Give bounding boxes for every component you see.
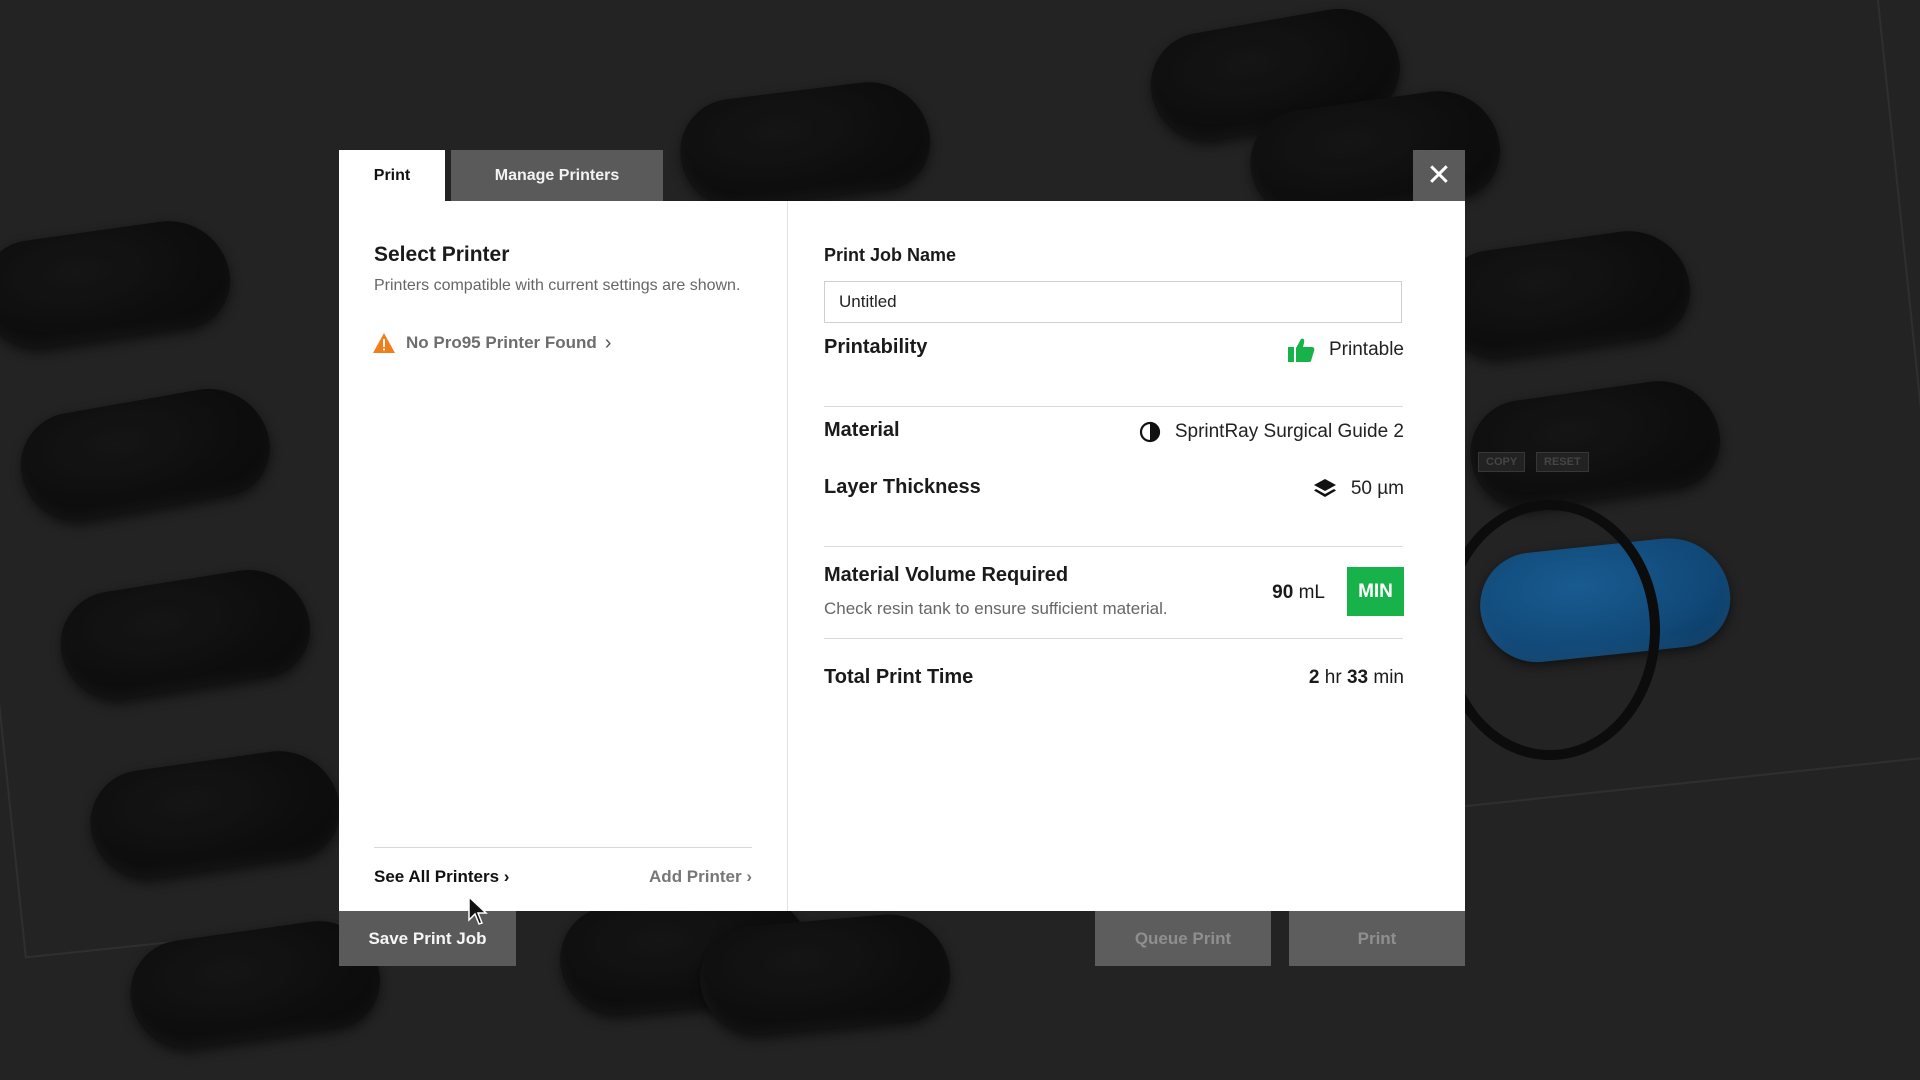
- printability-label: Printability: [824, 336, 928, 358]
- min-volume-badge[interactable]: MIN: [1347, 567, 1404, 616]
- dialog-tabbar: Print Manage Printers ✕: [339, 150, 1465, 201]
- see-all-printers-link[interactable]: See All Printers ›: [374, 867, 509, 887]
- select-printer-subtitle: Printers compatible with current setting…: [374, 277, 741, 294]
- print-dialog: Print Manage Printers ✕ Select Printer P…: [339, 150, 1465, 966]
- add-printer-link[interactable]: Add Printer ›: [649, 867, 752, 887]
- layer-thickness-text: 50 µm: [1350, 478, 1404, 499]
- save-print-job-button[interactable]: Save Print Job: [339, 911, 516, 966]
- select-printer-title: Select Printer: [374, 243, 510, 266]
- material-value: SprintRay Surgical Guide 2: [1139, 421, 1404, 443]
- tab-print[interactable]: Print: [339, 150, 445, 201]
- material-volume-unit: mL: [1298, 582, 1325, 603]
- print-time-hours: 2: [1308, 667, 1320, 688]
- material-volume-label: Material Volume Required: [824, 564, 1069, 586]
- chevron-right-icon: ›: [604, 332, 612, 354]
- mouse-cursor-icon: [468, 896, 488, 925]
- close-icon: ✕: [1426, 159, 1452, 192]
- print-details-panel: Print Job Name Printability Printable Ma…: [788, 201, 1465, 911]
- select-printer-panel: Select Printer Printers compatible with …: [339, 201, 788, 911]
- no-printer-found-text: No Pro95 Printer Found: [406, 333, 597, 352]
- tab-manage-printers[interactable]: Manage Printers: [451, 150, 663, 201]
- material-label: Material: [824, 419, 900, 441]
- warning-icon: [373, 333, 395, 353]
- add-printer-label: Add Printer: [649, 867, 742, 886]
- chevron-right-icon: ›: [503, 867, 510, 886]
- material-volume-value: 90 mL: [1272, 582, 1325, 604]
- total-print-time-value: 2 hr 33 min: [1309, 667, 1404, 689]
- layer-thickness-value: 50 µm: [1313, 478, 1404, 500]
- total-print-time-label: Total Print Time: [824, 666, 974, 688]
- print-time-hours-unit: hr: [1324, 667, 1342, 688]
- see-all-printers-label: See All Printers: [374, 867, 500, 886]
- layers-icon: [1313, 478, 1337, 500]
- printability-value: Printable: [1287, 337, 1404, 363]
- no-printer-found-link[interactable]: No Pro95 Printer Found ›: [372, 332, 611, 354]
- resin-drop-icon: [1139, 421, 1161, 443]
- close-button[interactable]: ✕: [1413, 150, 1465, 201]
- thumbs-up-icon: [1287, 337, 1315, 363]
- print-job-name-input[interactable]: [824, 281, 1402, 323]
- dialog-body: Select Printer Printers compatible with …: [339, 201, 1465, 911]
- print-button[interactable]: Print: [1289, 911, 1465, 966]
- layer-thickness-label: Layer Thickness: [824, 476, 981, 498]
- print-time-minutes: 33: [1346, 667, 1369, 688]
- chevron-right-icon: ›: [746, 867, 752, 886]
- divider: [824, 406, 1403, 407]
- printability-text: Printable: [1329, 339, 1404, 360]
- material-volume-amount: 90: [1272, 582, 1294, 603]
- divider: [824, 546, 1403, 547]
- queue-print-button[interactable]: Queue Print: [1095, 911, 1271, 966]
- material-volume-subtext: Check resin tank to ensure sufficient ma…: [824, 599, 1168, 618]
- print-time-minutes-unit: min: [1373, 667, 1404, 688]
- material-text: SprintRay Surgical Guide 2: [1174, 421, 1404, 442]
- divider: [824, 638, 1403, 639]
- print-job-name-label: Print Job Name: [824, 245, 957, 265]
- divider: [374, 847, 752, 848]
